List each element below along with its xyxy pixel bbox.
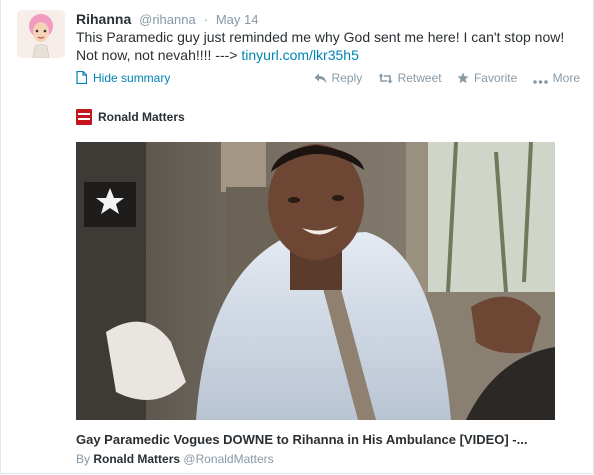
retweet-icon: [378, 73, 393, 84]
card-video-thumbnail[interactable]: [76, 142, 555, 420]
card-source[interactable]: Ronald Matters: [76, 109, 185, 125]
action-buttons: Reply Retweet Favorite More: [302, 71, 580, 85]
author-fullname[interactable]: Rihanna: [76, 11, 131, 27]
reply-label: Reply: [331, 71, 363, 85]
more-button[interactable]: More: [532, 71, 580, 85]
more-label: More: [552, 71, 580, 85]
star-icon: [457, 72, 469, 84]
tweet-actions: Hide summary Reply Retweet Favorite More: [76, 70, 586, 89]
card-title[interactable]: Gay Paramedic Vogues DOWNE to Rihanna in…: [76, 432, 576, 447]
author-username[interactable]: @rihanna: [139, 12, 196, 27]
document-icon: [76, 70, 88, 85]
avatar[interactable]: [17, 10, 65, 58]
reply-icon: [314, 73, 327, 84]
tweet-container: Rihanna @rihanna · May 14 This Paramedic…: [0, 0, 594, 474]
tweet-header: Rihanna @rihanna · May 14: [76, 10, 258, 29]
avatar-image: [17, 10, 65, 58]
tweet-timestamp[interactable]: May 14: [216, 12, 259, 27]
paramedic-photo: [76, 142, 555, 420]
reply-button[interactable]: Reply: [314, 71, 366, 85]
card-author-handle[interactable]: @RonaldMatters: [183, 452, 273, 466]
retweet-label: Retweet: [397, 71, 442, 85]
more-dots-icon: [532, 80, 548, 84]
tweet-link[interactable]: tinyurl.com/lkr35h5: [241, 47, 359, 63]
favorite-button[interactable]: Favorite: [457, 71, 521, 85]
source-logo: [76, 109, 92, 125]
favorite-label: Favorite: [473, 71, 518, 85]
card-source-name: Ronald Matters: [98, 110, 185, 124]
retweet-button[interactable]: Retweet: [378, 71, 445, 85]
hide-summary-label: Hide summary: [93, 71, 171, 85]
byline-prefix: By: [76, 452, 91, 466]
card-byline: By Ronald Matters @RonaldMatters: [76, 452, 274, 466]
tweet-text: This Paramedic guy just reminded me why …: [76, 28, 586, 64]
card-author-name[interactable]: Ronald Matters: [93, 452, 180, 466]
header-separator: ·: [203, 12, 208, 27]
hide-summary-button[interactable]: Hide summary: [76, 70, 171, 85]
